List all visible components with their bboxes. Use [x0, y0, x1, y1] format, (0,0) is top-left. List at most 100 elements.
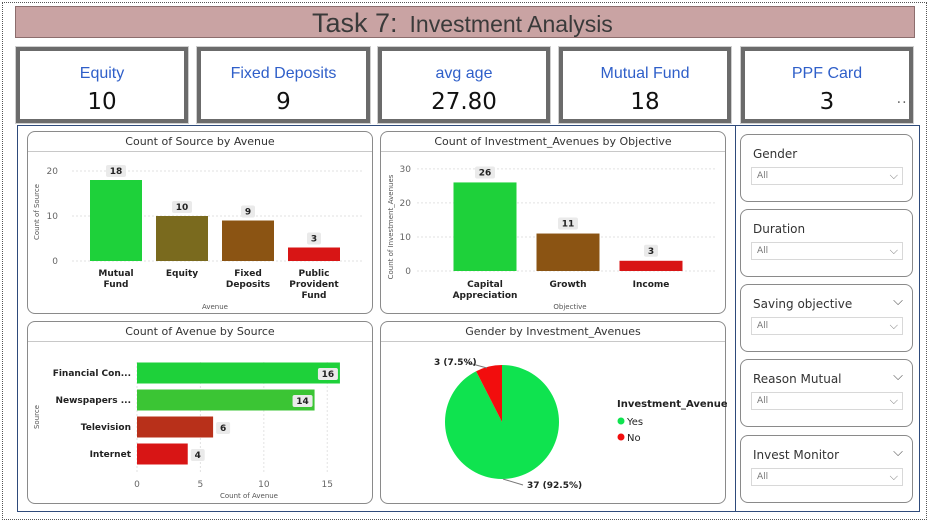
- bar: [137, 416, 214, 438]
- x-axis-title: Avenue: [202, 303, 228, 311]
- kpi-value: 10: [87, 89, 117, 115]
- x-tick-label: Mutual: [98, 269, 133, 279]
- chevron-down-icon: ⌵: [889, 169, 898, 182]
- y-axis-title: Count of Investment_Avenues: [387, 174, 395, 279]
- chevron-down-icon: ⌵: [889, 319, 898, 332]
- x-tick-label: 5: [198, 480, 204, 490]
- slicer-dropdown[interactable]: All ⌵: [751, 317, 903, 335]
- slicer-invest-monitor[interactable]: Invest Monitor ⌵ All ⌵: [740, 435, 913, 503]
- bar: [536, 233, 600, 271]
- slicer-value: All: [757, 246, 769, 256]
- chart-svg: 0 5 10 15 16 Financial Con... 14 Newspapers ...…: [33, 362, 340, 500]
- kpi-card-mutual-fund[interactable]: Mutual Fund 18: [559, 47, 731, 123]
- x-tick-label: Fixed: [234, 269, 262, 279]
- y-tick-label: 0: [52, 257, 58, 267]
- kpi-label: Equity: [79, 65, 125, 82]
- chart-gender-by-avenues[interactable]: Gender by Investment_Avenues 3 (7.5%) 37 …: [380, 321, 727, 504]
- chevron-down-icon: ⌵: [889, 470, 898, 483]
- slicer-value: All: [757, 396, 769, 406]
- slicer-divider: [735, 125, 736, 512]
- x-tick-label: Income: [633, 280, 670, 290]
- data-label: 4: [195, 451, 201, 461]
- slicer-dropdown[interactable]: All ⌵: [751, 392, 903, 410]
- bar: [137, 389, 315, 411]
- x-tick-label: Capital: [467, 280, 503, 290]
- kpi-value: 27.80: [431, 89, 497, 115]
- kpi-label: Fixed Deposits: [230, 65, 337, 82]
- slicer-saving-objective[interactable]: Saving objective ⌵ All ⌵: [740, 284, 913, 352]
- y-tick-label: Financial Con...: [53, 369, 131, 379]
- data-label: 3: [648, 247, 654, 257]
- y-axis-title: Count of Source: [33, 184, 41, 240]
- chevron-down-icon: ⌵: [889, 244, 898, 257]
- slicer-value: All: [757, 472, 769, 482]
- slicer-reason-mutual[interactable]: Reason Mutual ⌵ All ⌵: [740, 359, 913, 427]
- chart-svg: 0 10 20 30 26 CapitalAppreciation 11 Growth 3 Inc…: [387, 165, 716, 311]
- slicer-dropdown[interactable]: All ⌵: [751, 468, 903, 486]
- x-tick-label: Public: [299, 269, 330, 279]
- x-axis-title: Count of Avenue: [220, 492, 278, 500]
- y-tick-label: 30: [400, 165, 412, 175]
- y-tick-label: 0: [405, 267, 411, 277]
- legend-title: Investment_Avenues: [617, 399, 727, 410]
- title-name: Investment Analysis: [409, 11, 613, 37]
- kpi-label: Mutual Fund: [600, 65, 690, 82]
- chart-avenue-by-source[interactable]: Count of Avenue by Source 0 5 10 15 16 Financ…: [27, 321, 373, 504]
- pie-label-yes: 37 (92.5%): [527, 481, 582, 491]
- slicer-value: All: [757, 171, 769, 181]
- kpi-value: 3: [819, 89, 835, 115]
- slicer-title: Reason Mutual: [753, 372, 842, 386]
- chart-source-by-avenue[interactable]: Count of Source by Avenue 0 10 20 18 Mutual F…: [27, 131, 373, 314]
- slicer-title: Duration: [753, 222, 806, 236]
- bar: [156, 216, 208, 261]
- kpi-value: 18: [630, 89, 660, 115]
- chevron-down-icon[interactable]: ⌵: [893, 369, 903, 384]
- chart-svg: 01020 18MutualFund10Equity9FixedDeposits3…: [33, 165, 363, 311]
- data-label: 18: [110, 167, 123, 177]
- chevron-down-icon[interactable]: ⌵: [893, 294, 903, 309]
- slicer-gender[interactable]: Gender All ⌵: [740, 134, 913, 202]
- kpi-label: avg age: [435, 65, 493, 82]
- pie-label-no: 3 (7.5%): [434, 358, 477, 368]
- kpi-card-equity[interactable]: Equity 10: [16, 47, 188, 123]
- y-tick-label: 10: [47, 212, 59, 222]
- x-tick-label: 10: [258, 480, 270, 490]
- kpi-card-ppf-card[interactable]: PPF Card 3 ···: [741, 47, 913, 123]
- bar: [90, 180, 142, 261]
- kpi-card-avg-age[interactable]: avg age 27.80: [378, 47, 550, 123]
- title-task: Task 7:: [312, 8, 398, 38]
- slicer-title: Gender: [753, 147, 798, 161]
- bar: [137, 362, 340, 384]
- bar: [222, 220, 274, 261]
- y-tick-label: Newspapers ...: [55, 396, 131, 406]
- kpi-label: PPF Card: [791, 65, 863, 82]
- legend-marker: [617, 433, 625, 441]
- bar: [137, 443, 188, 465]
- y-tick-label: 20: [400, 199, 412, 209]
- chart-avenues-by-objective[interactable]: Count of Investment_Avenues by Objective…: [380, 131, 726, 314]
- legend-label: No: [627, 433, 641, 444]
- y-tick-label: 10: [400, 233, 412, 243]
- more-options-icon[interactable]: ···: [897, 95, 913, 111]
- y-tick-label: 20: [47, 167, 59, 177]
- data-label: 16: [322, 370, 335, 380]
- slicer-title: Saving objective: [753, 297, 853, 311]
- legend-label: Yes: [626, 417, 643, 428]
- x-tick-label: Equity: [166, 269, 198, 279]
- kpi-card-fixed-deposits[interactable]: Fixed Deposits 9: [197, 47, 370, 123]
- report-title-bar: Task 7: Investment Analysis: [15, 6, 915, 38]
- slicer-dropdown[interactable]: All ⌵: [751, 242, 903, 260]
- chevron-down-icon[interactable]: ⌵: [893, 445, 903, 460]
- x-tick-label: Fund: [302, 291, 327, 301]
- kpi-value: 9: [276, 89, 291, 115]
- data-label: 10: [176, 203, 189, 213]
- slicer-dropdown[interactable]: All ⌵: [751, 167, 903, 185]
- data-label: 6: [220, 424, 226, 434]
- y-tick-label: Internet: [90, 450, 132, 460]
- slicer-title: Invest Monitor: [753, 448, 840, 462]
- y-tick-label: Television: [81, 423, 131, 433]
- slicer-duration[interactable]: Duration All ⌵: [740, 209, 913, 277]
- data-label: 11: [562, 220, 575, 230]
- data-label: 9: [245, 208, 251, 218]
- x-tick-label: Growth: [549, 280, 586, 290]
